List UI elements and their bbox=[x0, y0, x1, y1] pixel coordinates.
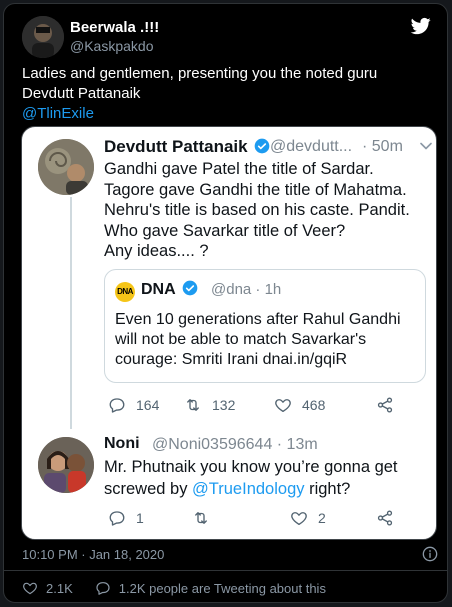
reply-count: 164 bbox=[136, 397, 160, 413]
avatar[interactable] bbox=[38, 139, 94, 195]
like-button[interactable]: 2 bbox=[290, 507, 326, 529]
mention-link[interactable]: @TlinExile bbox=[22, 104, 432, 124]
tweet-text: Gandhi gave Patel the title of Sardar. T… bbox=[104, 159, 426, 262]
tweet-header: Beerwala .!!! @Kaskpakdo bbox=[22, 16, 432, 60]
tweet-text: Mr. Phutnaik you know you’re gonna get s… bbox=[104, 457, 426, 500]
author-name[interactable]: DNA bbox=[141, 280, 198, 299]
tweet-text-line: courage: Smriti Irani dnai.in/gqiR bbox=[115, 351, 348, 368]
like-count: 2 bbox=[318, 510, 326, 526]
chevron-down-icon[interactable] bbox=[420, 142, 432, 150]
author-name[interactable]: Beerwala .!!! bbox=[70, 19, 159, 36]
tweet-text-fragment: screwed by bbox=[104, 479, 193, 498]
tweet-text-line: Even 10 generations after Rahul Gandhi bbox=[115, 311, 401, 328]
heart-icon[interactable] bbox=[22, 580, 38, 596]
twitter-bird-icon[interactable] bbox=[410, 16, 432, 36]
like-count: 468 bbox=[302, 397, 326, 413]
share-button[interactable] bbox=[376, 394, 394, 416]
reply-icon bbox=[109, 398, 125, 413]
dna-logo: DNA bbox=[115, 282, 135, 302]
author-handle[interactable]: @devdutt... bbox=[270, 138, 352, 156]
heart-icon bbox=[291, 512, 307, 526]
avatar[interactable] bbox=[22, 16, 64, 58]
mention-link[interactable]: @TrueIndology bbox=[192, 480, 304, 498]
tweet-actions: 1 2 bbox=[104, 507, 404, 529]
tweet-text-line: Nehru's title is based on his caste. Pan… bbox=[104, 201, 410, 219]
author-handle[interactable]: @dna · 1h bbox=[211, 281, 281, 298]
author-handle[interactable]: @Noni03596644 · 13m bbox=[152, 436, 318, 454]
share-icon bbox=[377, 397, 393, 413]
tweet-text-line: Gandhi gave Patel the title of Sardar. bbox=[104, 160, 374, 178]
embedded-quote-tweet[interactable]: DNA DNA @dna · 1h Even 10 generations af… bbox=[104, 269, 426, 383]
verified-badge-icon bbox=[254, 138, 270, 154]
thread-connector bbox=[70, 197, 72, 429]
retweet-button[interactable] bbox=[192, 507, 220, 529]
tweet-timestamp[interactable]: 10:10 PM · Jan 18, 2020 bbox=[22, 547, 164, 562]
share-icon bbox=[377, 510, 393, 526]
tweet-text-line: Who gave Savarkar title of Veer? bbox=[104, 221, 346, 240]
author-name[interactable]: Noni bbox=[104, 435, 140, 453]
conversation-link[interactable]: 1.2K people are Tweeting about this bbox=[119, 581, 326, 596]
reply-icon bbox=[109, 511, 125, 526]
share-button[interactable] bbox=[376, 507, 394, 529]
like-count: 2.1K bbox=[46, 580, 73, 596]
reply-icon[interactable] bbox=[95, 580, 111, 596]
tweet-text: Even 10 generations after Rahul Gandhi w… bbox=[115, 310, 420, 370]
tweet-text-line: Any ideas.... ? bbox=[104, 242, 209, 260]
author-name-text: Devdutt Pattanaik bbox=[104, 137, 248, 156]
quoted-thread[interactable]: Devdutt Pattanaik @devdutt... · 50m Gand… bbox=[21, 126, 437, 540]
tweet-stats: 2.1K 1.2K people are Tweeting about this bbox=[22, 578, 326, 598]
avatar[interactable] bbox=[38, 437, 94, 493]
retweet-button[interactable]: 132 bbox=[184, 394, 235, 416]
author-handle[interactable]: @Kaskpakdo bbox=[70, 38, 153, 54]
tweet-text-line: Mr. Phutnaik you know you’re gonna get bbox=[104, 458, 398, 476]
reply-button[interactable]: 1 bbox=[108, 507, 144, 529]
retweet-icon bbox=[195, 512, 207, 524]
tweet-text-fragment: right? bbox=[304, 479, 351, 498]
tweet-actions: 164 132 468 bbox=[104, 394, 404, 416]
tweet-text-line: will not be able to match Savarkar's bbox=[115, 331, 367, 348]
info-icon[interactable] bbox=[422, 546, 438, 562]
divider bbox=[4, 570, 447, 571]
tweet-text: Ladies and gentlemen, presenting you the… bbox=[22, 64, 432, 124]
heart-icon bbox=[275, 399, 291, 413]
tweet-text-line: Ladies and gentlemen, presenting you the… bbox=[22, 65, 378, 82]
retweet-count: 132 bbox=[212, 397, 236, 413]
tweet-text-line: Tagore gave Gandhi the title of Mahatma. bbox=[104, 180, 407, 199]
tweet-text-line: Devdutt Pattanaik bbox=[22, 85, 141, 102]
tweet-time[interactable]: · 50m bbox=[362, 138, 403, 156]
author-name-text: DNA bbox=[141, 281, 176, 298]
tweet-text-line: screwed by @TrueIndology right? bbox=[104, 479, 426, 501]
retweet-icon bbox=[187, 399, 199, 411]
like-button[interactable]: 468 bbox=[274, 394, 325, 416]
reply-button[interactable]: 164 bbox=[108, 394, 159, 416]
verified-badge-icon bbox=[182, 280, 197, 296]
reply-count: 1 bbox=[136, 510, 144, 526]
author-name[interactable]: Devdutt Pattanaik bbox=[104, 137, 270, 157]
tweet-card: Beerwala .!!! @Kaskpakdo Ladies and gent… bbox=[3, 3, 448, 603]
